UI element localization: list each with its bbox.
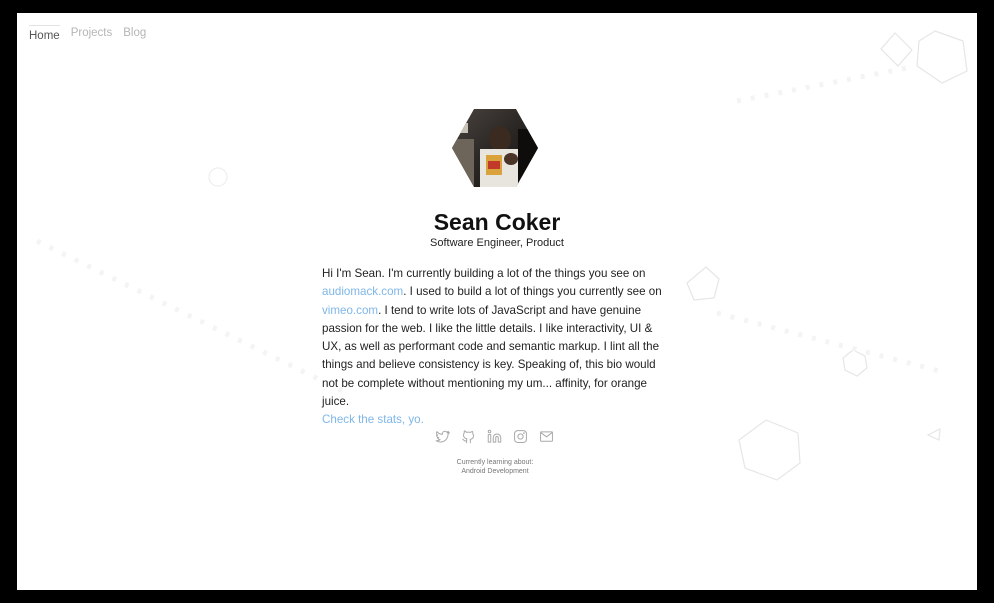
stats-link[interactable]: Check the stats, yo. bbox=[322, 413, 424, 426]
bg-pentagon-large bbox=[916, 30, 968, 84]
vimeo-link[interactable]: vimeo.com bbox=[322, 304, 378, 317]
bio-text: Hi I'm Sean. I'm currently building a lo… bbox=[322, 267, 646, 280]
bg-triangle bbox=[926, 427, 941, 441]
linkedin-icon[interactable] bbox=[487, 429, 502, 444]
audiomack-link[interactable]: audiomack.com bbox=[322, 285, 403, 298]
nav-blog[interactable]: Blog bbox=[123, 27, 146, 42]
bio-paragraph: Hi I'm Sean. I'm currently building a lo… bbox=[322, 265, 667, 430]
top-nav: Home Projects Blog bbox=[29, 27, 146, 42]
page: Home Projects Blog Sean Coker Software E… bbox=[17, 13, 977, 590]
bg-hexagon-small bbox=[842, 349, 868, 377]
social-links bbox=[435, 429, 554, 444]
learning-topic: Android Development bbox=[461, 468, 529, 475]
twitter-icon[interactable] bbox=[435, 429, 450, 444]
bg-pentagon-mid bbox=[686, 266, 720, 301]
avatar bbox=[452, 109, 538, 187]
github-icon[interactable] bbox=[461, 429, 476, 444]
instagram-icon[interactable] bbox=[513, 429, 528, 444]
learning-label: Currently learning about: bbox=[456, 459, 534, 466]
mail-icon[interactable] bbox=[539, 429, 554, 444]
bg-circle bbox=[208, 167, 228, 187]
bg-square bbox=[880, 32, 913, 67]
nav-projects[interactable]: Projects bbox=[71, 27, 113, 42]
profile-title: Software Engineer, Product bbox=[430, 237, 564, 249]
bio-text: . I tend to write lots of JavaScript and… bbox=[322, 303, 660, 409]
nav-home[interactable]: Home bbox=[29, 27, 60, 42]
profile-name: Sean Coker bbox=[433, 209, 561, 235]
bio-text: . I used to build a lot of things you cu… bbox=[403, 285, 662, 299]
currently-learning: Currently learning about: Android Develo… bbox=[17, 458, 973, 476]
